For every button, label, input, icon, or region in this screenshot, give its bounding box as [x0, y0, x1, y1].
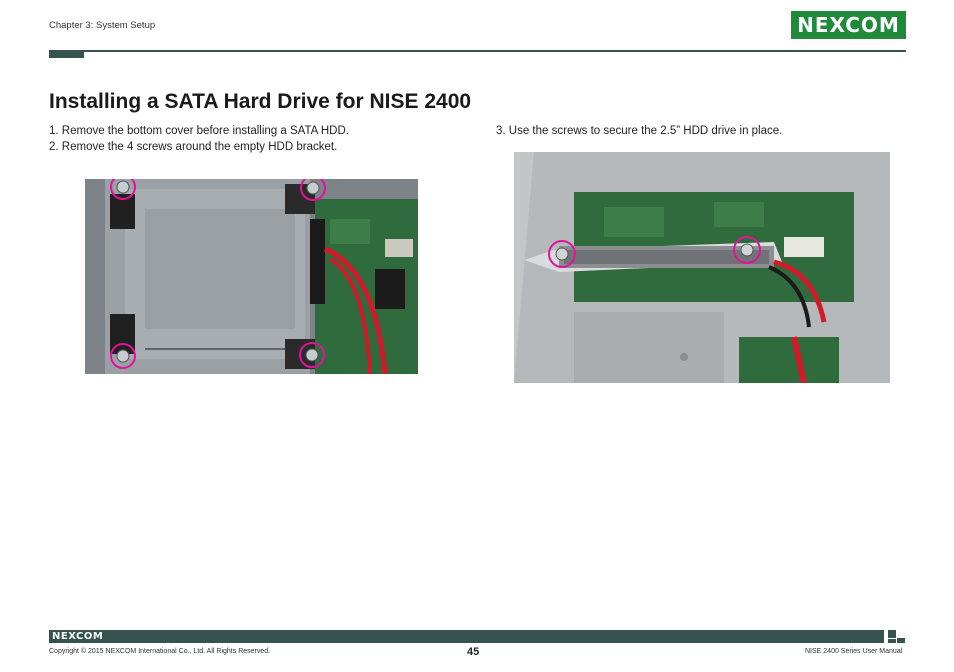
footer-square-1 — [888, 630, 896, 638]
photo-hdd-installed — [514, 152, 890, 383]
page-number: 45 — [467, 646, 480, 658]
manual-title: NISE 2400 Series User Manual — [805, 648, 903, 655]
step-1: 1. Remove the bottom cover before instal… — [49, 125, 349, 137]
step-3: 3. Use the screws to secure the 2.5” HDD… — [496, 125, 783, 137]
step-2: 2. Remove the 4 screws around the empty … — [49, 141, 338, 153]
logo-text: NEXCOM — [797, 13, 900, 37]
photo-empty-hdd-bracket — [85, 179, 418, 374]
footer-logo: NEXCOM — [52, 631, 104, 642]
header-tab — [49, 50, 84, 58]
page-title: Installing a SATA Hard Drive for NISE 24… — [49, 90, 472, 113]
copyright-text: Copyright © 2015 NEXCOM International Co… — [49, 648, 271, 655]
header-rule — [49, 50, 906, 52]
nexcom-logo: NEXCOM — [791, 11, 906, 39]
footer-square-3 — [888, 639, 896, 643]
footer-square-2 — [897, 638, 905, 643]
footer-bar — [49, 630, 884, 643]
chapter-label: Chapter 3: System Setup — [49, 20, 156, 31]
